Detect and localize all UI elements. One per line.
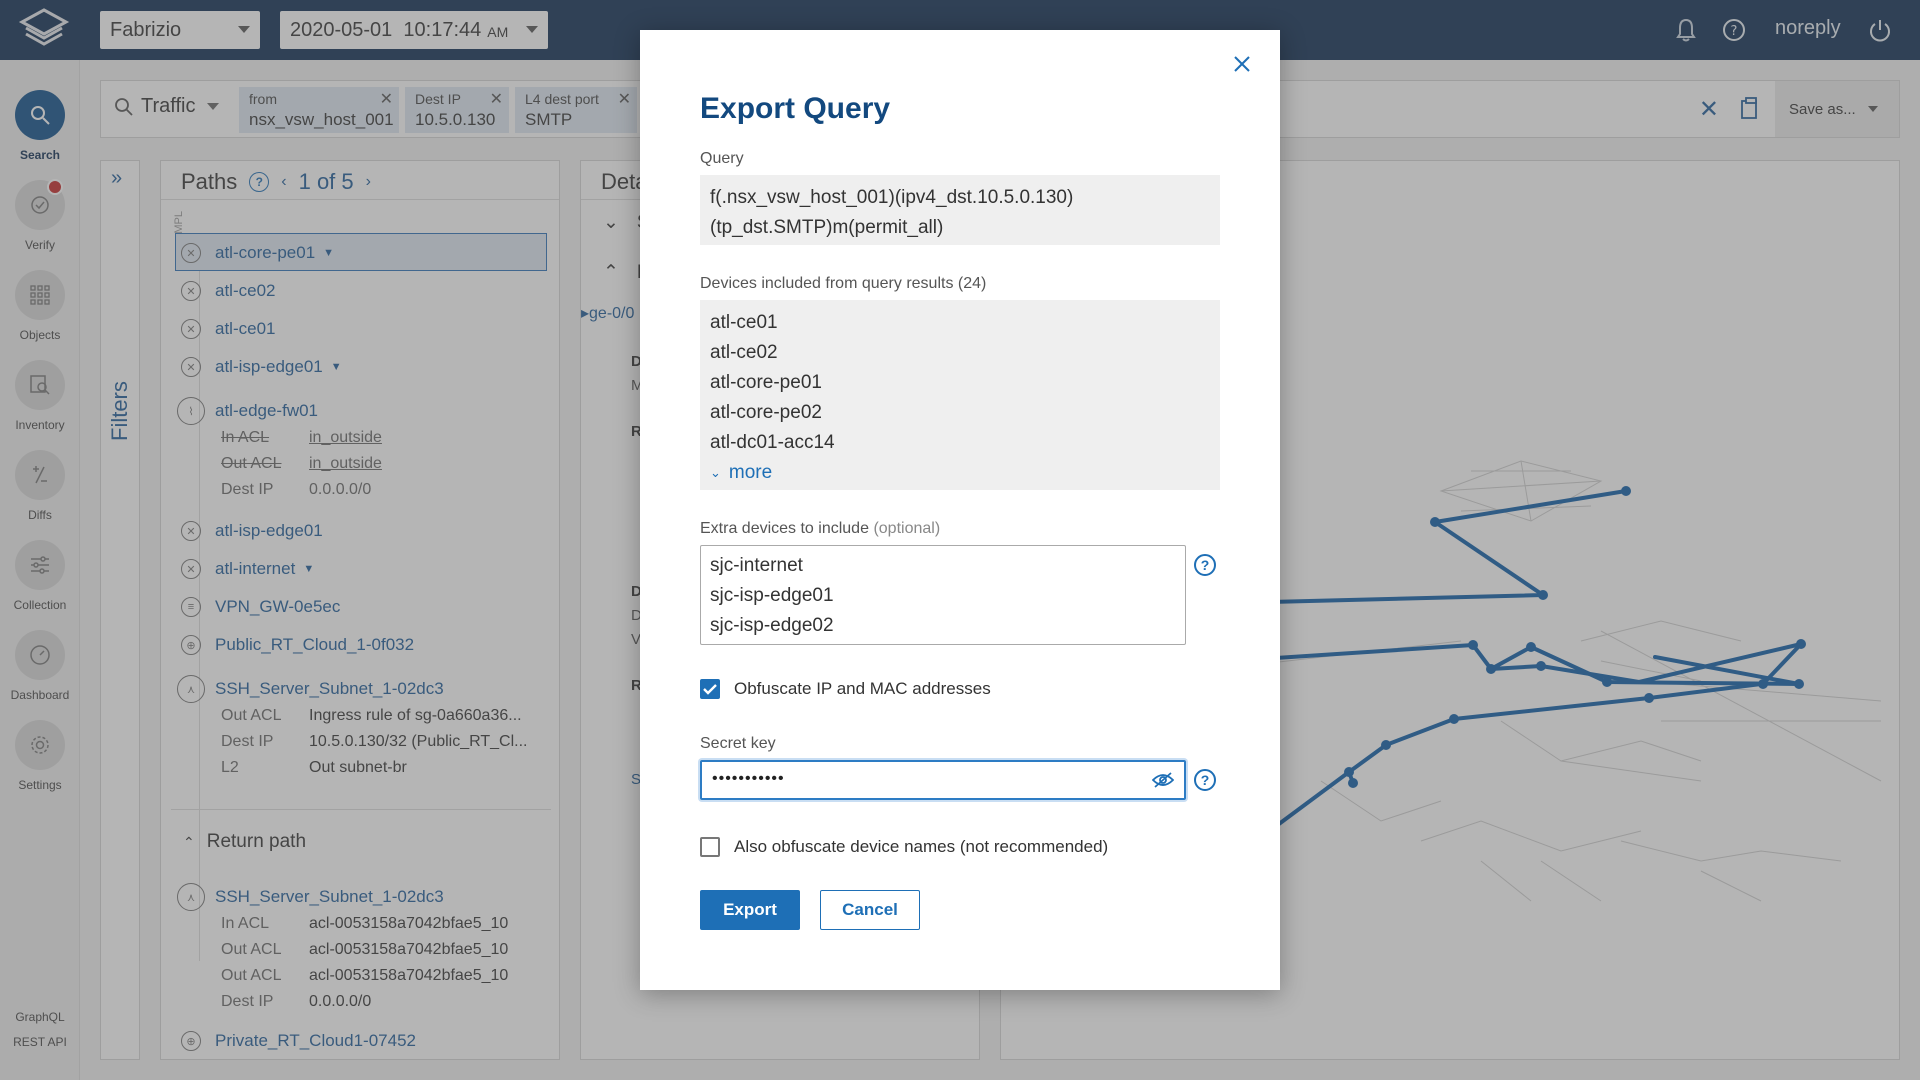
- devices-label: Devices included from query results (24): [700, 275, 987, 292]
- secret-key-label: Secret key: [700, 735, 776, 752]
- checkmark-icon: [703, 684, 717, 695]
- chevron-down-icon: ⌄: [710, 465, 721, 480]
- obfuscate-ip-checkbox[interactable]: [700, 679, 720, 699]
- cancel-button[interactable]: Cancel: [820, 890, 920, 930]
- query-label: Query: [700, 150, 744, 167]
- query-text: f(.nsx_vsw_host_001)(ipv4_dst.10.5.0.130…: [700, 175, 1220, 245]
- obfuscate-names-checkbox[interactable]: [700, 837, 720, 857]
- extra-device-item: sjc-isp-edge01: [710, 585, 834, 606]
- dialog-title: Export Query: [700, 92, 891, 125]
- extra-device-item: sjc-internet: [710, 555, 803, 576]
- extra-devices-label: Extra devices to include (optional): [700, 520, 941, 537]
- device-item: atl-core-pe01: [710, 372, 822, 393]
- extra-devices-input[interactable]: sjc-internet sjc-isp-edge01 sjc-isp-edge…: [700, 545, 1186, 645]
- devices-list: atl-ce01 atl-ce02 atl-core-pe01 atl-core…: [700, 300, 1220, 490]
- secret-key-value: •••••••••••: [712, 770, 785, 787]
- secret-key-help-icon[interactable]: ?: [1194, 769, 1216, 791]
- device-item: atl-dc01-acc14: [710, 432, 835, 453]
- export-query-dialog: Export Query Query f(.nsx_vsw_host_001)(…: [640, 30, 1280, 990]
- extra-device-item: sjc-isp-edge02: [710, 615, 834, 636]
- device-item: atl-ce02: [710, 342, 778, 363]
- obfuscate-names-label: Also obfuscate device names (not recomme…: [734, 837, 1109, 856]
- obfuscate-ip-label: Obfuscate IP and MAC addresses: [734, 679, 991, 698]
- extra-devices-help-icon[interactable]: ?: [1194, 554, 1216, 576]
- more-label: more: [728, 462, 773, 483]
- close-icon[interactable]: [1228, 50, 1256, 78]
- device-item: atl-ce01: [710, 312, 778, 333]
- more-devices-link[interactable]: ⌄ more: [710, 458, 1210, 488]
- secret-key-input[interactable]: •••••••••••: [700, 760, 1186, 800]
- device-item: atl-core-pe02: [710, 402, 822, 423]
- export-button[interactable]: Export: [700, 890, 800, 930]
- eye-off-icon[interactable]: [1152, 771, 1174, 789]
